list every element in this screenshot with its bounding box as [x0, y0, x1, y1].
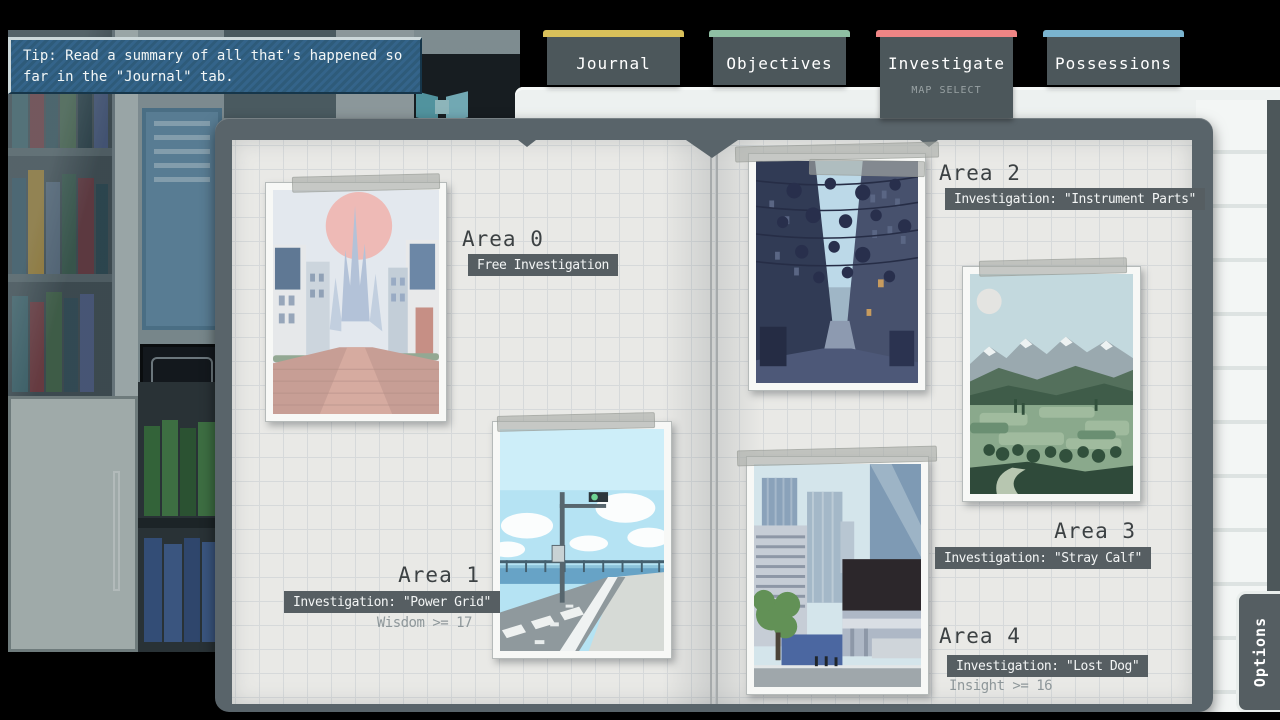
tape-strip: [809, 159, 925, 177]
game-screen: Area 0 Free Investigation Area 1 Investi…: [0, 0, 1280, 720]
tab-journal-stripe: [543, 30, 684, 37]
tab-possessions-stripe: [1043, 30, 1184, 37]
area-2-photo[interactable]: [748, 153, 926, 391]
dark-monitor: [140, 344, 224, 464]
area-3-photo[interactable]: [962, 266, 1141, 502]
tab-investigate-sublabel: MAP SELECT: [880, 85, 1013, 96]
tip-line-2: far in the "Journal" tab.: [23, 67, 408, 88]
area-4-title: Area 4: [939, 624, 1021, 648]
area-2-title: Area 2: [939, 161, 1021, 185]
binder-shelf: [138, 382, 224, 652]
top-letterbox: [0, 0, 1280, 30]
left-letterbox: [0, 30, 8, 712]
tab-possessions[interactable]: Possessions: [1047, 30, 1180, 85]
area-4-badge: Investigation: "Lost Dog": [947, 655, 1148, 677]
area-4-requirement: Insight >= 16: [949, 678, 1052, 694]
tab-objectives-stripe: [709, 30, 850, 37]
tip-line-1: Tip: Read a summary of all that's happen…: [23, 46, 408, 67]
area-3-photo-image: [970, 274, 1133, 494]
tab-investigate[interactable]: Investigate MAP SELECT: [880, 30, 1013, 118]
area-2-badge: Investigation: "Instrument Parts": [945, 188, 1205, 210]
area-0-photo[interactable]: [265, 182, 447, 422]
area-1-photo[interactable]: [492, 421, 672, 659]
area-1-photo-image: [500, 429, 664, 651]
area-0-title: Area 0: [462, 227, 544, 251]
area-0-photo-image: [273, 190, 439, 414]
notebook-spine: [710, 140, 718, 704]
tab-objectives-label: Objectives: [713, 54, 846, 73]
area-1-title: Area 1: [370, 563, 480, 587]
tip-box: Tip: Read a summary of all that's happen…: [8, 37, 422, 94]
tab-objectives[interactable]: Objectives: [713, 30, 846, 85]
options-label: Options: [1251, 617, 1269, 687]
area-1-requirement: Wisdom >= 17: [322, 615, 472, 631]
area-4-photo[interactable]: [746, 456, 929, 695]
area-2-photo-image: [756, 161, 918, 383]
tab-possessions-label: Possessions: [1047, 54, 1180, 73]
bottom-letterbox: [0, 712, 1280, 720]
tab-investigate-label: Investigate: [880, 54, 1013, 73]
wall-poster: [142, 108, 222, 330]
area-1-badge: Investigation: "Power Grid": [284, 591, 500, 613]
tab-journal[interactable]: Journal: [547, 30, 680, 85]
tab-journal-label: Journal: [547, 54, 680, 73]
tab-investigate-stripe: [876, 30, 1017, 37]
sliding-door: [8, 396, 138, 652]
spine-notch-icon: [686, 140, 738, 158]
area-0-badge: Free Investigation: [468, 254, 618, 276]
area-3-badge: Investigation: "Stray Calf": [935, 547, 1151, 569]
area-4-photo-image: [754, 464, 921, 687]
area-3-title: Area 3: [1026, 519, 1136, 543]
options-button[interactable]: Options: [1236, 591, 1280, 713]
